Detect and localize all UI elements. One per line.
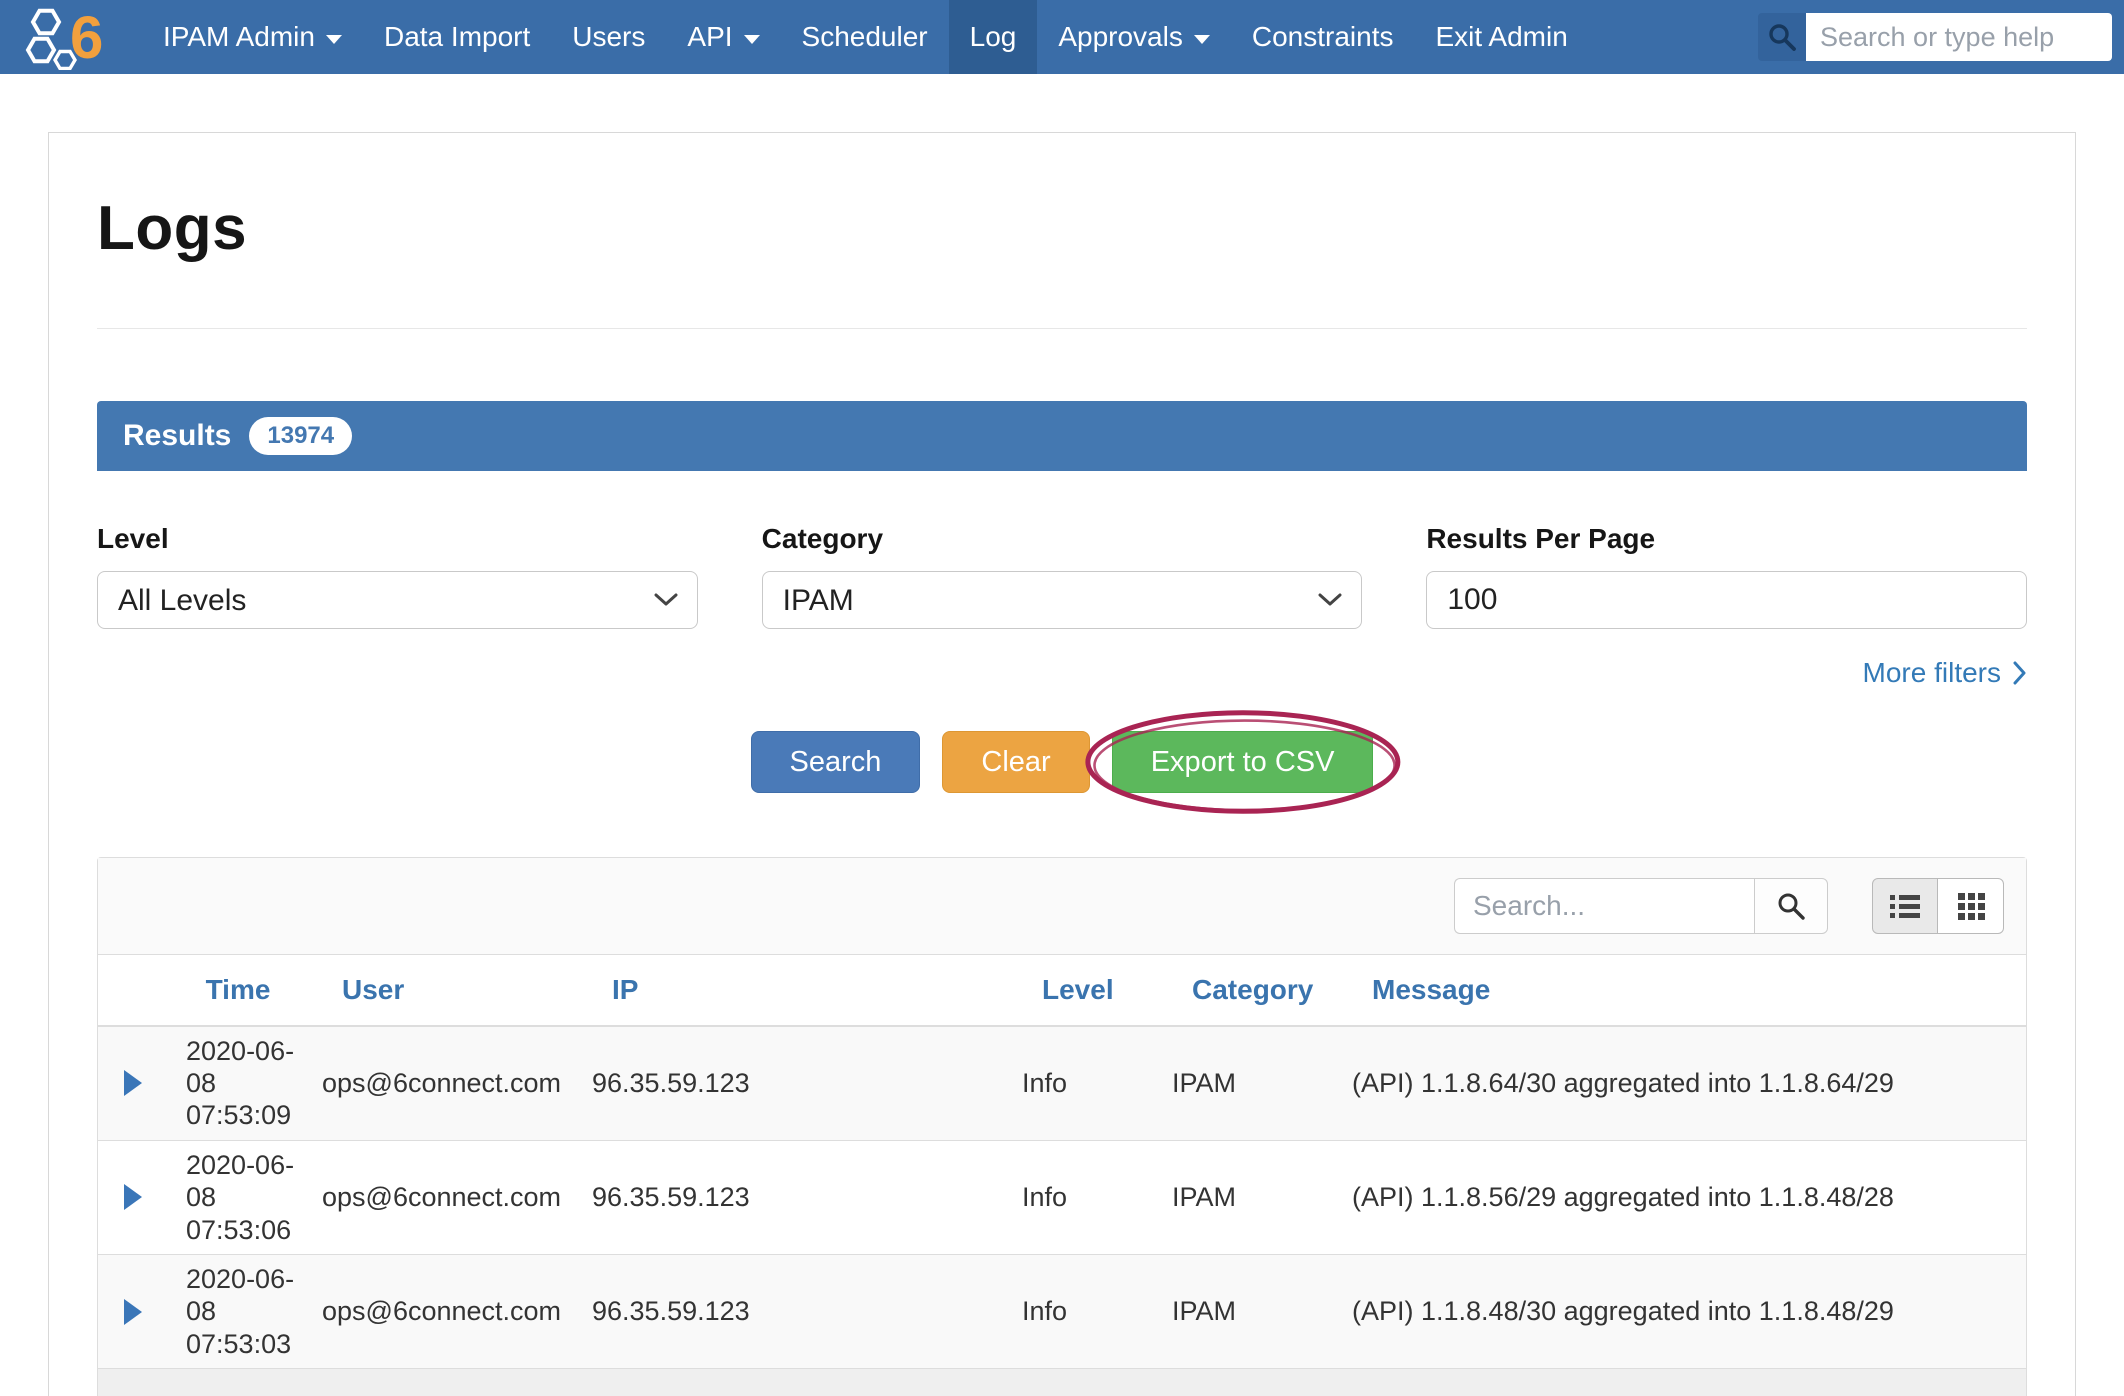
table-search-button[interactable]: [1754, 878, 1828, 934]
nav-item-constraints[interactable]: Constraints: [1231, 0, 1415, 74]
cell-user: ops@6connect.com: [308, 1068, 578, 1099]
chevron-right-icon: [2013, 661, 2027, 685]
list-view-button[interactable]: [1872, 878, 1938, 934]
log-table-panel: Time User IP Level Category Message 2020…: [97, 857, 2027, 1396]
cell-user: ops@6connect.com: [308, 1296, 578, 1327]
cell-level: Info: [1008, 1068, 1158, 1099]
header-time[interactable]: Time: [168, 973, 308, 1007]
cell-level: Info: [1008, 1296, 1158, 1327]
caret-down-icon: [326, 35, 342, 44]
cell-ip: 96.35.59.123: [578, 1068, 1008, 1099]
results-count-badge: 13974: [249, 417, 352, 455]
cell-time: 2020-06-08 07:53:03: [168, 1263, 308, 1360]
expand-row-icon[interactable]: [124, 1299, 142, 1325]
action-buttons: Search Clear Export to CSV: [97, 731, 2027, 793]
per-page-label: Results Per Page: [1426, 523, 2027, 555]
header-level[interactable]: Level: [1008, 974, 1158, 1006]
grid-icon: [1956, 891, 1986, 921]
header-user[interactable]: User: [308, 974, 578, 1006]
view-toggle-group: [1872, 878, 2004, 934]
content-card: Logs Results 13974 Level All Levels Cate…: [48, 132, 2076, 1396]
results-title: Results: [123, 419, 231, 453]
level-label: Level: [97, 523, 698, 555]
table-row-partial: [98, 1369, 2026, 1396]
cell-time: 2020-06-08 07:53:09: [168, 1035, 308, 1132]
header-message[interactable]: Message: [1338, 974, 2026, 1006]
nav-menu: IPAM Admin Data Import Users API Schedul…: [142, 0, 1589, 74]
filters-row: Level All Levels Category IPAM: [97, 523, 2027, 629]
cell-message: (API) 1.1.8.48/30 aggregated into 1.1.8.…: [1338, 1296, 2026, 1327]
brand-six: 6: [70, 4, 103, 70]
brand-logo[interactable]: 6: [24, 0, 124, 74]
cell-category: IPAM: [1158, 1182, 1338, 1213]
cell-message: (API) 1.1.8.56/29 aggregated into 1.1.8.…: [1338, 1182, 2026, 1213]
help-search: [1758, 13, 2112, 61]
cell-message: (API) 1.1.8.64/30 aggregated into 1.1.8.…: [1338, 1068, 2026, 1099]
table-row: 2020-06-08 07:53:09 ops@6connect.com 96.…: [98, 1027, 2026, 1141]
filter-category: Category IPAM: [762, 523, 1363, 629]
header-ip[interactable]: IP: [578, 974, 1008, 1006]
nav-item-log[interactable]: Log: [949, 0, 1038, 74]
per-page-input[interactable]: [1426, 571, 2027, 629]
expand-row-icon[interactable]: [124, 1070, 142, 1096]
hexagon-logo-icon: 6: [24, 4, 124, 70]
nav-item-scheduler[interactable]: Scheduler: [781, 0, 949, 74]
search-icon: [1758, 13, 1806, 61]
clear-button[interactable]: Clear: [942, 731, 1089, 793]
category-select[interactable]: IPAM: [762, 571, 1363, 629]
level-select[interactable]: All Levels: [97, 571, 698, 629]
header-category[interactable]: Category: [1158, 974, 1338, 1006]
cell-category: IPAM: [1158, 1068, 1338, 1099]
nav-item-users[interactable]: Users: [551, 0, 666, 74]
nav-item-exit-admin[interactable]: Exit Admin: [1414, 0, 1588, 74]
table-toolbar: [98, 858, 2026, 954]
nav-item-approvals[interactable]: Approvals: [1037, 0, 1231, 74]
expand-row-icon[interactable]: [124, 1184, 142, 1210]
nav-item-api[interactable]: API: [666, 0, 780, 74]
filter-per-page: Results Per Page: [1426, 523, 2027, 629]
caret-down-icon: [1194, 35, 1210, 44]
cell-time: 2020-06-08 07:53:06: [168, 1149, 308, 1246]
cell-ip: 96.35.59.123: [578, 1296, 1008, 1327]
page-title: Logs: [97, 193, 2027, 264]
list-icon: [1888, 891, 1922, 921]
nav-item-ipam-admin[interactable]: IPAM Admin: [142, 0, 363, 74]
table-search-input[interactable]: [1454, 878, 1754, 934]
results-panel-header: Results 13974: [97, 401, 2027, 471]
filter-level: Level All Levels: [97, 523, 698, 629]
caret-down-icon: [744, 35, 760, 44]
nav-item-data-import[interactable]: Data Import: [363, 0, 551, 74]
grid-view-button[interactable]: [1938, 878, 2004, 934]
top-navbar: 6 IPAM Admin Data Import Users API Sched…: [0, 0, 2124, 74]
table-row: 2020-06-08 07:53:03 ops@6connect.com 96.…: [98, 1255, 2026, 1369]
search-button[interactable]: Search: [751, 731, 921, 793]
cell-level: Info: [1008, 1182, 1158, 1213]
table-row: 2020-06-08 07:53:06 ops@6connect.com 96.…: [98, 1141, 2026, 1255]
help-search-input[interactable]: [1806, 13, 2112, 61]
cell-ip: 96.35.59.123: [578, 1182, 1008, 1213]
more-filters-link[interactable]: More filters: [1863, 657, 2027, 689]
table-header-row: Time User IP Level Category Message: [98, 954, 2026, 1027]
cell-category: IPAM: [1158, 1296, 1338, 1327]
export-csv-button[interactable]: Export to CSV: [1112, 731, 1374, 793]
table-search: [1454, 878, 1828, 934]
title-divider: [97, 328, 2027, 329]
search-icon: [1776, 891, 1806, 921]
cell-user: ops@6connect.com: [308, 1182, 578, 1213]
category-label: Category: [762, 523, 1363, 555]
